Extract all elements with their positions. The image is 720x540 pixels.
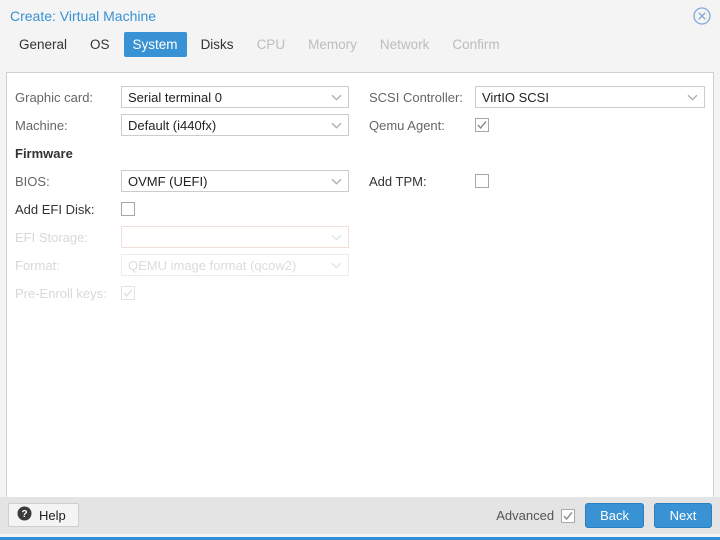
- help-button-label: Help: [39, 507, 66, 523]
- tab-system[interactable]: System: [123, 32, 187, 57]
- machine-label: Machine:: [15, 117, 68, 133]
- qemu-agent-label: Qemu Agent:: [369, 117, 445, 133]
- wizard-tabbar: General OS System Disks CPU Memory Network Conf…: [0, 32, 720, 68]
- machine-value: Default (i440fx): [128, 117, 217, 133]
- pre-enroll-keys-label: Pre-Enroll keys:: [15, 285, 107, 301]
- bios-select[interactable]: OVMF (UEFI): [121, 170, 349, 192]
- format-label: Format:: [15, 257, 60, 273]
- form-column-right: SCSI Controller: VirtIO SCSI Qemu Agent:: [361, 73, 713, 307]
- field-row-qemu-agent: Qemu Agent:: [369, 111, 713, 139]
- tab-network: Network: [379, 37, 430, 52]
- format-value: QEMU image format (qcow2): [128, 257, 297, 273]
- question-circle-icon: ?: [17, 506, 32, 524]
- add-tpm-label: Add TPM:: [369, 173, 427, 189]
- advanced-label: Advanced: [496, 508, 555, 523]
- pre-enroll-keys-checkbox: [121, 286, 135, 300]
- system-settings-panel: Graphic card: Serial terminal 0 Machine:…: [6, 72, 714, 500]
- add-efi-disk-label: Add EFI Disk:: [15, 201, 95, 217]
- advanced-checkbox[interactable]: [561, 508, 576, 523]
- field-row-pre-enroll-keys: Pre-Enroll keys:: [15, 279, 361, 307]
- efi-storage-select: [121, 226, 349, 248]
- tab-cpu: CPU: [256, 37, 286, 52]
- field-row-efi-storage: EFI Storage:: [15, 223, 361, 251]
- svg-text:?: ?: [21, 509, 27, 520]
- scsi-controller-value: VirtIO SCSI: [482, 89, 549, 105]
- dialog-title: Create: Virtual Machine: [10, 8, 157, 24]
- add-efi-disk-checkbox[interactable]: [121, 202, 135, 216]
- next-button[interactable]: Next: [654, 503, 712, 528]
- field-row-firmware-header: Firmware: [15, 139, 361, 167]
- field-row-spacer: [369, 139, 713, 167]
- field-row-add-efi-disk: Add EFI Disk:: [15, 195, 361, 223]
- create-vm-dialog: Create: Virtual Machine General OS System D…: [0, 0, 720, 540]
- field-row-scsi-controller: SCSI Controller: VirtIO SCSI: [369, 83, 713, 111]
- dialog-titlebar: Create: Virtual Machine: [0, 0, 720, 32]
- chevron-down-icon: [331, 234, 342, 241]
- field-row-add-tpm: Add TPM:: [369, 167, 713, 195]
- chevron-down-icon: [331, 178, 342, 185]
- scsi-controller-label: SCSI Controller:: [369, 89, 463, 105]
- help-button[interactable]: ? Help: [8, 503, 79, 527]
- format-select: QEMU image format (qcow2): [121, 254, 349, 276]
- chevron-down-icon: [331, 94, 342, 101]
- form-column-left: Graphic card: Serial terminal 0 Machine:…: [7, 73, 361, 307]
- dialog-footer: ? Help Advanced Back Next: [0, 497, 720, 534]
- bios-value: OVMF (UEFI): [128, 173, 208, 189]
- field-row-format: Format: QEMU image format (qcow2): [15, 251, 361, 279]
- firmware-section-header: Firmware: [15, 145, 73, 161]
- chevron-down-icon: [687, 94, 698, 101]
- footer-actions: Advanced Back Next: [496, 503, 712, 528]
- bios-label: BIOS:: [15, 173, 50, 189]
- tab-os[interactable]: OS: [81, 32, 119, 57]
- tab-memory: Memory: [308, 37, 357, 52]
- form-columns: Graphic card: Serial terminal 0 Machine:…: [7, 73, 713, 307]
- chevron-down-icon: [331, 262, 342, 269]
- tab-general[interactable]: General: [10, 32, 76, 57]
- graphic-card-label: Graphic card:: [15, 89, 94, 105]
- efi-storage-label: EFI Storage:: [15, 229, 88, 245]
- back-button[interactable]: Back: [585, 503, 644, 528]
- graphic-card-value: Serial terminal 0: [128, 89, 222, 105]
- field-row-bios: BIOS: OVMF (UEFI): [15, 167, 361, 195]
- add-tpm-checkbox[interactable]: [475, 174, 489, 188]
- field-row-graphic-card: Graphic card: Serial terminal 0: [15, 83, 361, 111]
- qemu-agent-checkbox[interactable]: [475, 118, 489, 132]
- tab-confirm: Confirm: [452, 37, 500, 52]
- tab-disks[interactable]: Disks: [192, 32, 243, 57]
- close-icon[interactable]: [692, 6, 712, 26]
- graphic-card-select[interactable]: Serial terminal 0: [121, 86, 349, 108]
- machine-select[interactable]: Default (i440fx): [121, 114, 349, 136]
- scsi-controller-select[interactable]: VirtIO SCSI: [475, 86, 705, 108]
- chevron-down-icon: [331, 122, 342, 129]
- field-row-machine: Machine: Default (i440fx): [15, 111, 361, 139]
